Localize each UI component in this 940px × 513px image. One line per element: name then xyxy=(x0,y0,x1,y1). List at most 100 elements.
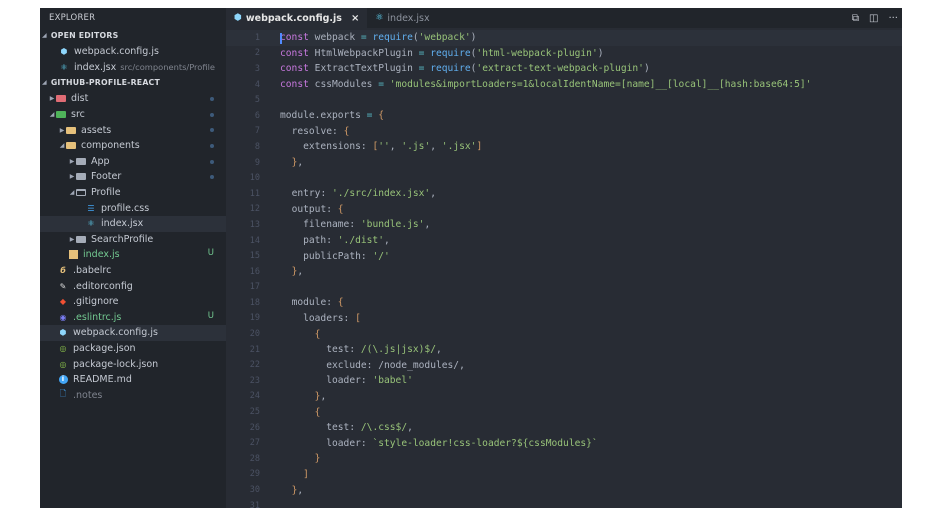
code-line[interactable]: 20 { xyxy=(226,326,902,342)
split-editor-icon[interactable]: ◫ xyxy=(869,13,878,24)
tree-file-gitignore[interactable]: ◆ .gitignore xyxy=(40,294,226,310)
editor-actions: ⧉ ◫ ··· xyxy=(852,8,898,28)
code-line[interactable]: 21 test: /(\.js|jsx)$/, xyxy=(226,342,902,358)
tree-folder-src[interactable]: ◢ src xyxy=(40,107,226,123)
tree-folder-dist[interactable]: ▶ dist xyxy=(40,91,226,107)
line-number: 3 xyxy=(254,63,260,74)
code-line[interactable]: 5 xyxy=(226,92,902,108)
text-cursor xyxy=(280,33,282,45)
collapse-arrow-icon: ◢ xyxy=(42,32,47,39)
code-line[interactable]: 26 test: /\.css$/, xyxy=(226,420,902,436)
project-section[interactable]: ◢ GITHUB-PROFILE-REACT xyxy=(40,75,226,91)
file-icon: 🗋 xyxy=(59,389,67,399)
code-line[interactable]: 24 }, xyxy=(226,389,902,405)
folder-open-icon xyxy=(66,141,76,151)
line-number: 2 xyxy=(254,48,260,59)
code-text: }, xyxy=(314,390,327,402)
line-number: 27 xyxy=(249,438,260,449)
line-number: 28 xyxy=(249,453,260,464)
line-number: 14 xyxy=(249,235,260,246)
code-line[interactable]: 17 xyxy=(226,280,902,296)
code-line[interactable]: 12 output: { xyxy=(226,202,902,218)
open-preview-icon[interactable]: ⧉ xyxy=(852,13,859,24)
npm-icon: ◎ xyxy=(59,343,67,353)
line-number: 26 xyxy=(249,422,260,433)
code-text: extensions: ['', '.js', '.jsx'] xyxy=(303,141,483,153)
tree-folder-searchprofile[interactable]: ▶ SearchProfile xyxy=(40,232,226,248)
tree-file-readme[interactable]: i README.md xyxy=(40,372,226,388)
tree-file-eslintrc[interactable]: ◉ .eslintrc.js U xyxy=(40,310,226,326)
code-line[interactable]: 4 const cssModules = 'modules&importLoade… xyxy=(226,77,902,93)
tab-bar: ⬢ webpack.config.js × ⚛ index.jsx ⧉ ◫ ··… xyxy=(226,8,902,28)
code-line[interactable]: 22 exclude: /node_modules/, xyxy=(226,357,902,373)
folder-icon xyxy=(76,156,86,166)
code-line[interactable]: 28 } xyxy=(226,451,902,467)
code-line[interactable]: 31 xyxy=(226,498,902,508)
tree-file-package-lock[interactable]: ◎ package-lock.json xyxy=(40,356,226,372)
tree-file-profile-css[interactable]: ☰ profile.css xyxy=(40,200,226,216)
tree-file-package-json[interactable]: ◎ package.json xyxy=(40,341,226,357)
code-line[interactable]: 8 extensions: ['', '.js', '.jsx'] xyxy=(226,139,902,155)
code-line[interactable]: 11 entry: './src/index.jsx', xyxy=(226,186,902,202)
tab-index-jsx[interactable]: ⚛ index.jsx xyxy=(367,8,437,28)
code-line[interactable]: 19 loaders: [ xyxy=(226,311,902,327)
line-number: 7 xyxy=(254,126,260,137)
code-line[interactable]: 29 ] xyxy=(226,467,902,483)
tree-folder-profile[interactable]: ◢ Profile xyxy=(40,185,226,201)
code-line[interactable]: 23 loader: 'babel' xyxy=(226,373,902,389)
line-number: 18 xyxy=(249,297,260,308)
modified-dot xyxy=(210,128,214,133)
tree-folder-components[interactable]: ◢ components xyxy=(40,138,226,154)
code-text: loaders: [ xyxy=(303,312,361,324)
code-line[interactable]: 16 }, xyxy=(226,264,902,280)
tree-folder-app[interactable]: ▶ App xyxy=(40,154,226,170)
code-line[interactable]: 25 { xyxy=(226,404,902,420)
code-line[interactable]: 27 loader: `style-loader!css-loader?${cs… xyxy=(226,435,902,451)
tree-file-index-jsx[interactable]: ⚛ index.jsx xyxy=(40,215,226,232)
tree-file-notes[interactable]: 🗋 .notes xyxy=(40,387,226,403)
code-line[interactable]: 13 filename: 'bundle.js', xyxy=(226,217,902,233)
tree-file-index-js[interactable]: index.js U xyxy=(40,247,226,263)
code-line[interactable]: 6 module.exports = { xyxy=(226,108,902,124)
line-number: 6 xyxy=(254,110,260,121)
open-editors-section[interactable]: ◢ OPEN EDITORS xyxy=(40,28,226,44)
close-tab-button[interactable]: × xyxy=(351,13,359,24)
tree-file-webpack-config[interactable]: ⬢ webpack.config.js xyxy=(40,325,226,341)
line-number: 15 xyxy=(249,251,260,262)
code-line[interactable]: 2 const HtmlWebpackPlugin = require('html… xyxy=(226,46,902,62)
folder-icon xyxy=(76,234,86,244)
code-line[interactable]: 7 resolve: { xyxy=(226,124,902,140)
code-text: { xyxy=(314,328,321,340)
code-editor[interactable]: 1 const webpack = require('webpack') 2 cons… xyxy=(226,30,902,508)
git-icon: ◆ xyxy=(59,297,67,307)
open-editor-item[interactable]: ⬢ webpack.config.js xyxy=(40,44,226,60)
chevron-right-icon: ▶ xyxy=(59,126,65,134)
code-line[interactable]: 30 }, xyxy=(226,482,902,498)
code-line[interactable]: 18 module: { xyxy=(226,295,902,311)
line-number: 12 xyxy=(249,204,260,215)
code-line[interactable]: 1 const webpack = require('webpack') xyxy=(226,30,902,46)
code-line[interactable]: 14 path: './dist', xyxy=(226,233,902,249)
untracked-badge: U xyxy=(207,248,214,259)
code-text: } xyxy=(314,453,321,465)
chevron-right-icon: ▶ xyxy=(69,157,75,165)
npm-icon: ◎ xyxy=(59,359,67,369)
code-line[interactable]: 9 }, xyxy=(226,155,902,171)
tree-folder-assets[interactable]: ▶ assets xyxy=(40,122,226,138)
line-number: 20 xyxy=(249,329,260,340)
tree-folder-footer[interactable]: ▶ Footer xyxy=(40,169,226,185)
tree-file-editorconfig[interactable]: ✎ .editorconfig xyxy=(40,278,226,294)
open-editor-item[interactable]: ⚛ index.jsx src/components/Profile xyxy=(40,60,226,76)
modified-dot xyxy=(210,143,214,148)
code-text: loader: `style-loader!css-loader?${cssMo… xyxy=(326,437,598,449)
info-icon: i xyxy=(58,375,68,385)
more-actions-icon[interactable]: ··· xyxy=(888,13,898,24)
tree-file-babelrc[interactable]: б .babelrc xyxy=(40,263,226,279)
code-line[interactable]: 10 xyxy=(226,170,902,186)
code-line[interactable]: 3 const ExtractTextPlugin = require('extr… xyxy=(226,61,902,77)
line-number: 17 xyxy=(249,282,260,293)
line-number: 24 xyxy=(249,391,260,402)
folder-open-icon xyxy=(76,188,86,198)
tab-webpack-config[interactable]: ⬢ webpack.config.js × xyxy=(226,8,368,28)
code-line[interactable]: 15 publicPath: '/' xyxy=(226,248,902,264)
